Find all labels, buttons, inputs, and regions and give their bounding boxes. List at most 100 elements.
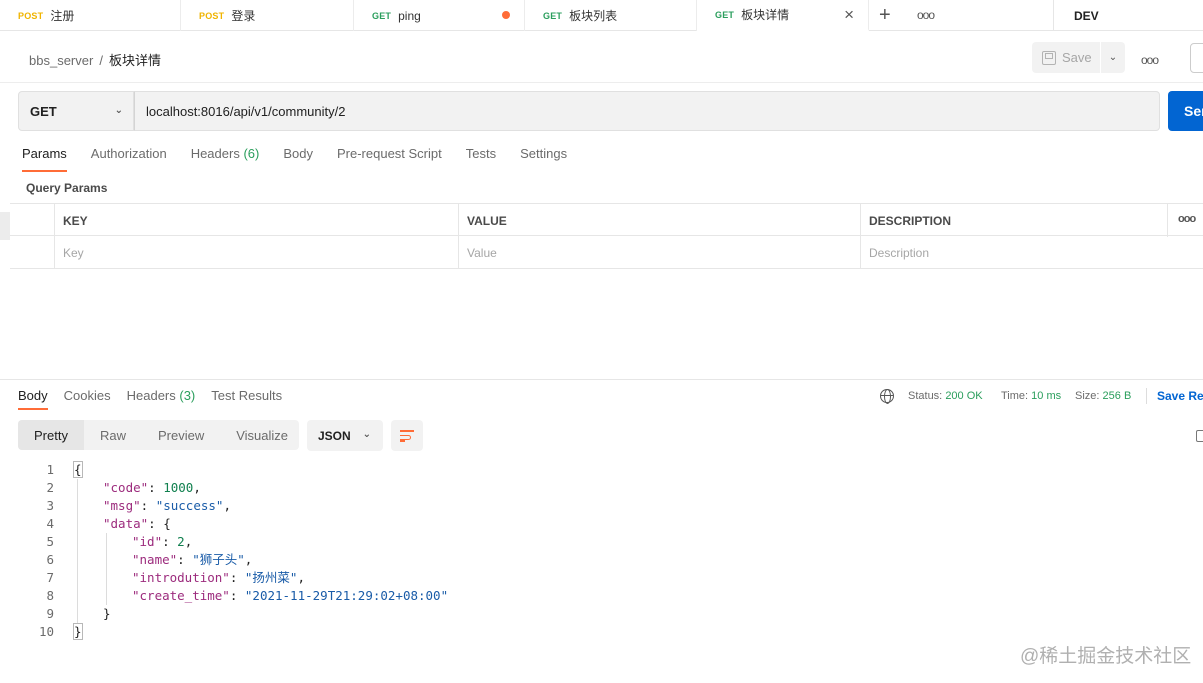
save-button[interactable]: Save <box>1032 42 1100 73</box>
tab-pre-request-script[interactable]: Pre-request Script <box>337 146 442 172</box>
environment-selector[interactable]: DEV <box>1053 0 1203 31</box>
tab-method: GET <box>715 9 735 20</box>
code-text: "introdution": "扬州菜", <box>132 570 305 585</box>
size-value: 256 B <box>1102 390 1132 402</box>
tab-label: Headers <box>126 388 176 403</box>
url-value: localhost:8016/api/v1/community/2 <box>146 103 346 119</box>
status-value: 200 OK <box>945 390 983 402</box>
column-options[interactable]: ooo <box>1167 204 1203 237</box>
side-panel-toggle[interactable] <box>1190 43 1203 73</box>
params-table: KEY VALUE DESCRIPTION ooo Key Value Desc… <box>10 203 1203 270</box>
tab-body[interactable]: Body <box>283 146 313 172</box>
column-key: KEY <box>54 204 458 237</box>
tab-label: Headers <box>190 146 240 161</box>
line-number: 6 <box>46 552 54 567</box>
tab-authorization[interactable]: Authorization <box>91 146 167 172</box>
copy-icon[interactable] <box>1196 430 1203 442</box>
line-number: 1 <box>46 462 54 477</box>
tab-label: Tests <box>465 146 497 161</box>
json-punctuation: , <box>223 498 231 513</box>
breadcrumb-collection[interactable]: bbs_server <box>29 53 93 68</box>
tab-response-body[interactable]: Body <box>18 388 48 410</box>
response-tabs: Body Cookies Headers (3) Test Results <box>18 388 298 410</box>
breadcrumb-separator: / <box>99 53 103 68</box>
send-button[interactable]: Send <box>1168 91 1203 131</box>
response-divider[interactable] <box>0 379 1203 380</box>
table-header-row: KEY VALUE DESCRIPTION ooo <box>10 203 1203 237</box>
status-info[interactable]: Status: 200 OK <box>908 390 983 402</box>
save-options-button[interactable]: ⌄ <box>1101 42 1125 73</box>
close-icon[interactable]: × <box>844 6 854 23</box>
tab-test-results[interactable]: Test Results <box>211 388 282 410</box>
tab-label: Authorization <box>90 146 167 161</box>
indent-guide <box>106 533 107 605</box>
request-tabs: Params Authorization Headers (6) Body Pr… <box>22 146 591 172</box>
json-key: "introdution" <box>132 570 230 585</box>
globe-icon[interactable] <box>880 389 894 404</box>
view-preview[interactable]: Preview <box>142 420 220 450</box>
tab-login[interactable]: POST 登录 <box>181 0 354 31</box>
response-code-viewer[interactable]: 1 {2 "code": 1000, 3 "msg": "success", 4 "data… <box>0 461 1203 641</box>
wrap-icon-part <box>400 440 405 442</box>
line-number: 4 <box>46 516 54 531</box>
code-text: } <box>73 623 83 641</box>
line-number: 2 <box>46 480 54 495</box>
code-line: 10} <box>0 623 1203 641</box>
tab-board-list[interactable]: GET 板块列表 <box>525 0 697 31</box>
chevron-down-icon: ⌄ <box>114 105 123 116</box>
view-pretty[interactable]: Pretty <box>18 420 84 450</box>
tab-title: 登录 <box>231 9 256 23</box>
json-key: "create_time" <box>132 588 230 603</box>
description-input[interactable]: Description <box>860 236 1203 269</box>
tab-response-headers[interactable]: Headers (3) <box>127 388 196 410</box>
format-select[interactable]: JSON ⌄ <box>307 420 383 451</box>
tab-ping[interactable]: GET ping <box>354 0 525 31</box>
json-punctuation: { <box>163 516 171 531</box>
chevron-down-icon: ⌄ <box>362 429 371 440</box>
status-label: Status: <box>908 390 943 402</box>
tab-label: Body <box>18 388 48 403</box>
value-input[interactable]: Value <box>458 236 860 269</box>
add-tab-button[interactable]: + <box>879 4 891 26</box>
tab-tests[interactable]: Tests <box>466 146 496 172</box>
tab-title: 板块列表 <box>569 9 618 23</box>
key-input[interactable]: Key <box>54 236 458 269</box>
wrap-lines-button[interactable] <box>391 420 423 451</box>
tab-params[interactable]: Params <box>22 146 67 172</box>
tab-headers[interactable]: Headers (6) <box>191 146 260 172</box>
column-value: VALUE <box>458 204 860 237</box>
view-raw[interactable]: Raw <box>84 420 142 450</box>
json-value: "狮子头" <box>192 552 245 567</box>
tab-board-detail[interactable]: GET 板块详情 × <box>697 0 869 31</box>
more-options-icon[interactable]: ooo <box>1141 53 1159 67</box>
table-row: Key Value Description <box>10 236 1203 269</box>
tab-method: POST <box>18 10 44 21</box>
method-select[interactable]: GET ⌄ <box>18 91 134 131</box>
more-options-icon: ooo <box>1178 213 1196 225</box>
more-tabs-icon[interactable]: ooo <box>917 8 935 22</box>
json-punctuation: , <box>244 552 253 567</box>
save-response-button[interactable]: Save Response <box>1157 389 1203 403</box>
tab-count: (3) <box>179 388 196 403</box>
json-key: "name" <box>132 552 178 567</box>
code-line: 4 "data": { <box>0 515 1203 533</box>
url-input[interactable]: localhost:8016/api/v1/community/2 <box>134 91 1160 131</box>
json-punctuation: } <box>73 623 83 640</box>
view-visualize[interactable]: Visualize <box>220 420 304 450</box>
code-line: 8 "create_time": "2021-11-29T21:29:02+08:… <box>0 587 1203 605</box>
code-line: 7 "introdution": "扬州菜", <box>0 569 1203 587</box>
tab-settings[interactable]: Settings <box>520 146 567 172</box>
time-info[interactable]: Time: 10 ms <box>1001 390 1061 402</box>
tab-register[interactable]: POST 注册 <box>0 0 181 31</box>
size-info[interactable]: Size: 256 B <box>1075 390 1131 402</box>
tab-cookies[interactable]: Cookies <box>64 388 111 410</box>
code-text: "msg": "success", <box>103 498 231 513</box>
breadcrumb-request[interactable]: 板块详情 <box>109 53 161 68</box>
code-text: } <box>103 605 111 623</box>
tab-count: (6) <box>243 146 260 161</box>
code-line: 2 "code": 1000, <box>0 479 1203 497</box>
code-line: 3 "msg": "success", <box>0 497 1203 515</box>
json-punctuation: { <box>73 461 83 478</box>
method-value: GET <box>30 103 57 119</box>
json-key: "msg" <box>103 498 141 513</box>
